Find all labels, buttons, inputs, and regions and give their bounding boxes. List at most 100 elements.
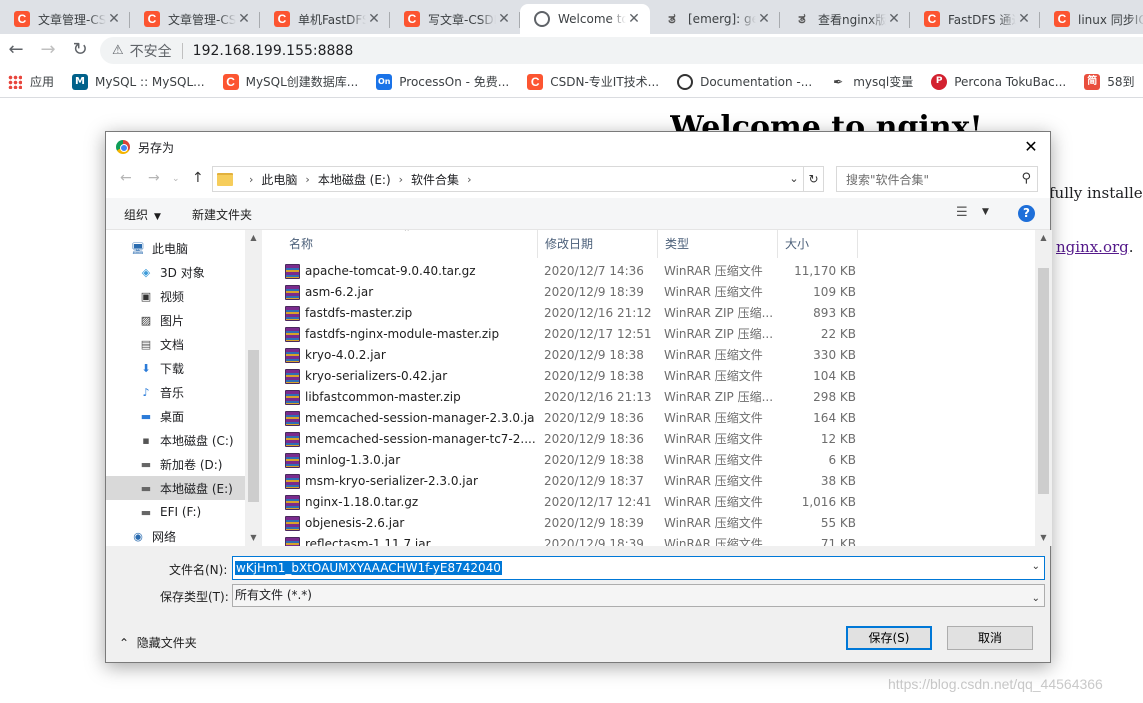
tab[interactable]: Clinux 同步IO✕ [1040,4,1143,34]
hide-folders-toggle[interactable]: ⌃ 隐藏文件夹 [119,634,197,651]
nav-item[interactable]: ▬ 桌面 [106,404,245,428]
nav-item[interactable]: ▨ 图片 [106,308,245,332]
filename-input[interactable]: wKjHm1_bXtOAUMXYAAACHW1f-yE8742040 ⌄ [232,556,1045,580]
column-header-size[interactable]: 大小 [777,230,809,258]
back-icon[interactable]: ← [0,36,32,64]
scroll-up-icon[interactable]: ▲ [245,230,262,246]
tab[interactable]: C 写文章-CSDN博客✕ [390,4,520,34]
file-scrollbar[interactable]: ▲ ▼ [1035,230,1052,546]
chevron-right-icon[interactable]: › [399,173,403,186]
column-divider[interactable] [857,230,858,258]
scroll-down-icon[interactable]: ▼ [245,530,262,546]
close-icon[interactable]: ✕ [236,11,252,27]
chevron-down-icon[interactable]: ▼ [982,207,989,217]
tab[interactable]: C 文章管理-CSDN博客✕ [0,4,130,34]
nav-item[interactable]: ⬇ 下载 [106,356,245,380]
url-text[interactable]: 192.168.199.155:8888 [193,43,354,59]
file-row[interactable]: libfastcommon-master.zip 2020/12/16 21:13… [262,387,1035,408]
file-row[interactable]: minlog-1.3.0.jar 2020/12/9 18:38 WinRAR 压缩… [262,450,1035,471]
nav-item[interactable]: ▬ EFI (F:) [106,500,245,524]
breadcrumb[interactable]: › 此电脑 › 本地磁盘 (E:) › 软件合集 › ⌄ [212,166,804,192]
chevron-right-icon[interactable]: › [305,173,309,186]
forward-icon[interactable]: → [32,36,64,64]
nav-scrollbar[interactable]: ▲ ▼ [245,230,262,546]
bookmark-item[interactable]: P Percona TokuBac... [931,73,1066,90]
close-icon[interactable]: ✕ [106,11,122,27]
file-row[interactable]: nginx-1.18.0.tar.gz 2020/12/17 12:41 WinRA… [262,492,1035,513]
file-row[interactable]: kryo-serializers-0.42.jar 2020/12/9 18:38… [262,366,1035,387]
nav-item[interactable]: ▬ 新加卷 (D:) [106,452,245,476]
tab[interactable]: ತ [emerg]: getpwnam✕ [650,4,780,34]
nav-item[interactable]: ◉ 网络 [106,524,245,546]
file-row[interactable]: msm-kryo-serializer-2.3.0.jar 2020/12/9 1… [262,471,1035,492]
filetype-select[interactable]: 所有文件 (*.*) ⌄ [232,584,1045,607]
breadcrumb-item[interactable]: 此电脑 [261,171,297,188]
file-row[interactable]: fastdfs-master.zip 2020/12/16 21:12 WinRAR… [262,303,1035,324]
forward-arrow-icon[interactable]: → [148,170,160,186]
recent-locations-icon[interactable]: ⌄ [172,174,180,184]
close-icon[interactable]: ✕ [366,11,382,27]
bookmark-item[interactable]: 简 58到 [1084,73,1135,90]
nginx-link[interactable]: nginx.org [1056,238,1129,256]
scroll-down-icon[interactable]: ▼ [1035,530,1052,546]
cancel-button[interactable]: 取消 [947,626,1033,650]
refresh-icon[interactable]: ↻ [804,166,824,192]
file-row[interactable]: objenesis-2.6.jar 2020/12/9 18:39 WinRAR 压… [262,513,1035,534]
nav-item[interactable]: ▤ 文档 [106,332,245,356]
tab[interactable]: C FastDFS 通过 ✕ [910,4,1040,34]
up-arrow-icon[interactable]: ↑ [192,170,204,186]
search-input[interactable]: 搜索"软件合集" ⚲ [836,166,1038,192]
chevron-down-icon[interactable]: ⌄ [785,167,803,191]
close-icon[interactable]: ✕ [886,11,902,27]
close-icon[interactable]: ✕ [496,11,512,27]
file-row[interactable]: asm-6.2.jar 2020/12/9 18:39 WinRAR 压缩文件 109… [262,282,1035,303]
tab[interactable]: C 单机FastDFS ✕ [260,4,390,34]
view-options-icon[interactable]: ☰ [956,205,968,220]
nav-item[interactable]: ▬ 本地磁盘 (E:) [106,476,245,500]
file-row[interactable]: memcached-session-manager-tc7-2.... 2020/… [262,429,1035,450]
tab[interactable]: Welcome to nginx!✕ [520,4,650,34]
nav-item[interactable]: 🖥 此电脑 [106,236,245,260]
scroll-thumb[interactable] [248,350,259,502]
scroll-thumb[interactable] [1038,268,1049,494]
chevron-right-icon[interactable]: › [467,173,471,186]
address-bar[interactable]: ⚠ 不安全 192.168.199.155:8888 [100,37,1143,64]
chevron-down-icon[interactable]: ⌄ [1032,561,1040,572]
bookmark-item[interactable]: On ProcessOn - 免费... [376,73,509,90]
bookmark-item[interactable]: C CSDN-专业IT技术... [527,73,659,90]
nav-item[interactable]: ♪ 音乐 [106,380,245,404]
dialog-titlebar[interactable]: 另存为 ✕ [106,132,1050,162]
bookmark-item[interactable]: ✒ mysql变量 [830,73,913,90]
close-icon[interactable]: ✕ [1016,11,1032,27]
file-row[interactable]: reflectasm-1.11.7.jar 2020/12/9 18:39 WinR… [262,534,1035,546]
new-folder-button[interactable]: 新建文件夹 [192,206,252,223]
chevron-down-icon[interactable]: ⌄ [1032,588,1040,609]
column-header-type[interactable]: 类型 [657,230,689,258]
filename-value[interactable]: wKjHm1_bXtOAUMXYAAACHW1f-yE8742040 [235,561,502,575]
nav-item[interactable]: ▪ 本地磁盘 (C:) [106,428,245,452]
chevron-right-icon[interactable]: › [249,173,253,186]
organize-button[interactable]: 组织 ▼ [124,206,161,223]
scroll-up-icon[interactable]: ▲ [1035,230,1052,246]
file-row[interactable]: memcached-session-manager-2.3.0.jar 2020/… [262,408,1035,429]
close-icon[interactable]: ✕ [1016,132,1046,162]
bookmark-item[interactable]: C MySQL创建数据库... [222,73,358,90]
bookmark-item[interactable]: Documentation -... [677,73,812,90]
nav-item[interactable]: ◈ 3D 对象 [106,260,245,284]
save-button[interactable]: 保存(S) [846,626,932,650]
file-row[interactable]: apache-tomcat-9.0.40.tar.gz 2020/12/7 14:… [262,261,1035,282]
column-header-date[interactable]: 修改日期 [537,230,593,258]
tab[interactable]: ತ 查看nginx版本✕ [780,4,910,34]
nav-item[interactable]: ▣ 视频 [106,284,245,308]
file-row[interactable]: kryo-4.0.2.jar 2020/12/9 18:38 WinRAR 压缩文件… [262,345,1035,366]
close-icon[interactable]: ✕ [756,11,772,27]
file-row[interactable]: fastdfs-nginx-module-master.zip 2020/12/1… [262,324,1035,345]
column-header-name[interactable]: 名称 [281,230,313,258]
close-icon[interactable]: ✕ [626,11,642,27]
bookmark-item[interactable]: M MySQL :: MySQL... [72,73,205,90]
back-arrow-icon[interactable]: ← [120,170,132,186]
tab[interactable]: C 文章管理-CSDN博客✕ [130,4,260,34]
help-icon[interactable]: ? [1018,205,1035,222]
reload-icon[interactable]: ↻ [64,36,96,64]
breadcrumb-item[interactable]: 本地磁盘 (E:) [318,171,391,188]
